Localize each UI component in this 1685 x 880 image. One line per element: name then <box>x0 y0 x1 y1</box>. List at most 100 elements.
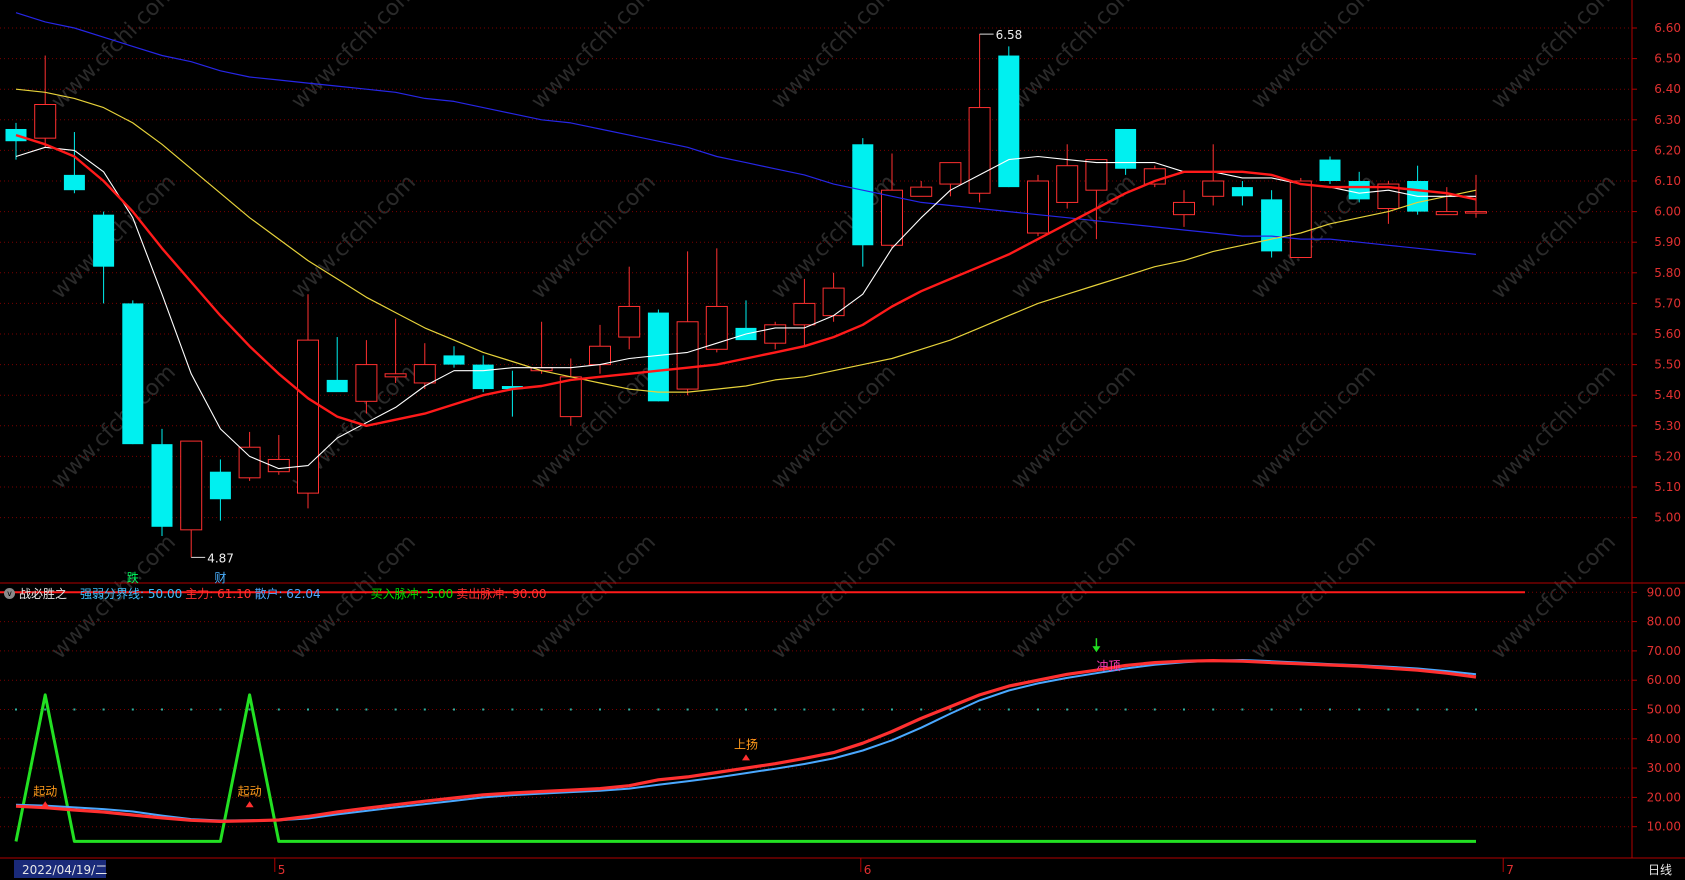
price-tick-label: 5.00 <box>1654 511 1681 525</box>
candle-body-up <box>910 186 933 197</box>
strength-line-dot <box>1241 708 1244 711</box>
arrow-up-icon <box>245 801 254 808</box>
strength-line-dot <box>715 708 718 711</box>
watermark-text: www.cfchi.com <box>767 360 901 494</box>
candle-body-down <box>1319 159 1341 181</box>
watermark-text: www.cfchi.com <box>1007 530 1141 664</box>
price-tick-label: 6.30 <box>1654 113 1681 127</box>
candle-body-up <box>1173 201 1195 216</box>
watermark-text: www.cfchi.com <box>527 170 661 304</box>
strength-line-dot <box>540 708 543 711</box>
candle-body-up <box>939 162 962 185</box>
x-tick-label: 5 <box>278 863 286 877</box>
indicator-name[interactable]: 战必胜之 <box>19 585 67 602</box>
strength-line-dot <box>686 708 689 711</box>
strength-line-dot <box>482 708 485 711</box>
strength-line-dot <box>861 708 864 711</box>
strength-line-dot <box>1212 708 1215 711</box>
price-tick-label: 5.90 <box>1654 235 1681 249</box>
strength-line-dot <box>1416 708 1419 711</box>
strength-line-dot <box>219 708 222 711</box>
indicator-tick-label: 60.00 <box>1647 673 1681 687</box>
strength-line-dot <box>277 708 280 711</box>
price-tick-label: 6.50 <box>1654 52 1681 66</box>
candle-body-up <box>180 440 203 531</box>
strength-line-dot <box>131 708 134 711</box>
candle-body-down <box>63 174 85 191</box>
watermark-text: www.cfchi.com <box>1247 0 1381 114</box>
signal-text: 上扬 <box>734 736 758 751</box>
collapse-icon[interactable]: v <box>4 587 15 599</box>
strength-line-dot <box>1270 708 1273 711</box>
candle-body-up <box>1027 180 1049 234</box>
candle-body-down <box>647 312 669 402</box>
indicator-value: 强弱分界线: 50.00 <box>80 586 183 601</box>
strength-line-dot <box>423 708 426 711</box>
strength-line-dot <box>1095 708 1098 711</box>
strength-line-dot <box>102 708 105 711</box>
stock-chart: www.cfchi.com www.cfchi.com www.cfchi.com w… <box>0 0 1685 878</box>
price-tick-label: 5.40 <box>1654 388 1681 402</box>
candle-body-down <box>122 303 144 445</box>
indicator-value: 卖出脉冲: 90.00 <box>456 586 547 601</box>
strength-line-dot <box>1124 708 1127 711</box>
candle-body-up <box>413 364 436 384</box>
indicator-tick-label: 40.00 <box>1647 732 1681 746</box>
ma20-line <box>15 88 1477 393</box>
price-tick-label: 5.10 <box>1654 480 1681 494</box>
strength-line-dot <box>569 708 572 711</box>
watermark-text: www.cfchi.com <box>287 0 421 114</box>
strength-line-dot <box>394 708 397 711</box>
indicator-header: v 战必胜之 强弱分界线: 50.00 主力: 61.10 散户: 62.04 买入脉… <box>4 584 546 602</box>
strength-line-dot <box>248 708 251 711</box>
candle-body-up <box>589 345 611 366</box>
price-tick-label: 6.20 <box>1654 143 1681 157</box>
strength-line-dot <box>44 708 47 711</box>
arrow-up-icon <box>41 801 50 808</box>
signal-label: 跌 <box>127 570 139 585</box>
candle-body-up <box>618 305 641 338</box>
candle-body-up <box>297 339 319 494</box>
candle-body-down <box>209 471 231 500</box>
candle-body-up <box>1085 159 1108 191</box>
candle-body-down <box>1348 181 1370 200</box>
strength-line-dot <box>774 708 777 711</box>
candle-body-up <box>384 373 407 378</box>
price-tick-label: 5.70 <box>1654 296 1681 310</box>
y-axis: 6.60 6.50 6.40 6.30 6.20 6.10 6.00 5.90 5.80 5.70… <box>1632 21 1681 834</box>
candle-body-down <box>443 355 465 365</box>
candle-body-up <box>559 376 582 418</box>
strength-line-dot <box>15 708 17 711</box>
strength-line-dot <box>1475 708 1477 711</box>
watermark-text: www.cfchi.com <box>1247 360 1381 494</box>
candle-body-up <box>1056 165 1079 203</box>
price-tick-label: 6.40 <box>1654 82 1681 96</box>
price-tick-label: 5.30 <box>1654 419 1681 433</box>
strength-line-dot <box>657 708 660 711</box>
strength-line-dot <box>1066 708 1069 711</box>
candle-body-down <box>1231 187 1253 197</box>
x-axis: 2022/04/19/二 5 6 7 日线 <box>14 858 1672 878</box>
price-marker-label: 4.87 <box>207 551 234 565</box>
strength-line-dot <box>1387 708 1390 711</box>
x-tick-label: 6 <box>864 863 872 877</box>
indicator-tick-label: 80.00 <box>1647 615 1681 629</box>
strength-line-dot <box>978 708 981 711</box>
indicator-tick-label: 50.00 <box>1647 703 1681 717</box>
price-tick-label: 5.80 <box>1654 266 1681 280</box>
indicator-value: 买入脉冲: 5.00 <box>370 586 454 601</box>
watermark-text: www.cfchi.com <box>767 530 901 664</box>
watermark-text: www.cfchi.com <box>1487 530 1621 664</box>
x-tick-label: 7 <box>1506 863 1514 877</box>
strength-line-dot <box>832 708 835 711</box>
price-tick-label: 5.20 <box>1654 449 1681 463</box>
watermark-text: www.cfchi.com <box>1487 360 1621 494</box>
candle-body-up <box>34 104 57 139</box>
indicator-tick-label: 10.00 <box>1647 820 1681 834</box>
strength-line-dot <box>920 708 923 711</box>
price-marker-label: 6.58 <box>996 28 1023 42</box>
strength-line-dot <box>1153 708 1156 711</box>
candle-body-up <box>238 446 261 479</box>
arrow-down-icon <box>1092 646 1101 653</box>
strength-line-dot <box>745 708 747 711</box>
